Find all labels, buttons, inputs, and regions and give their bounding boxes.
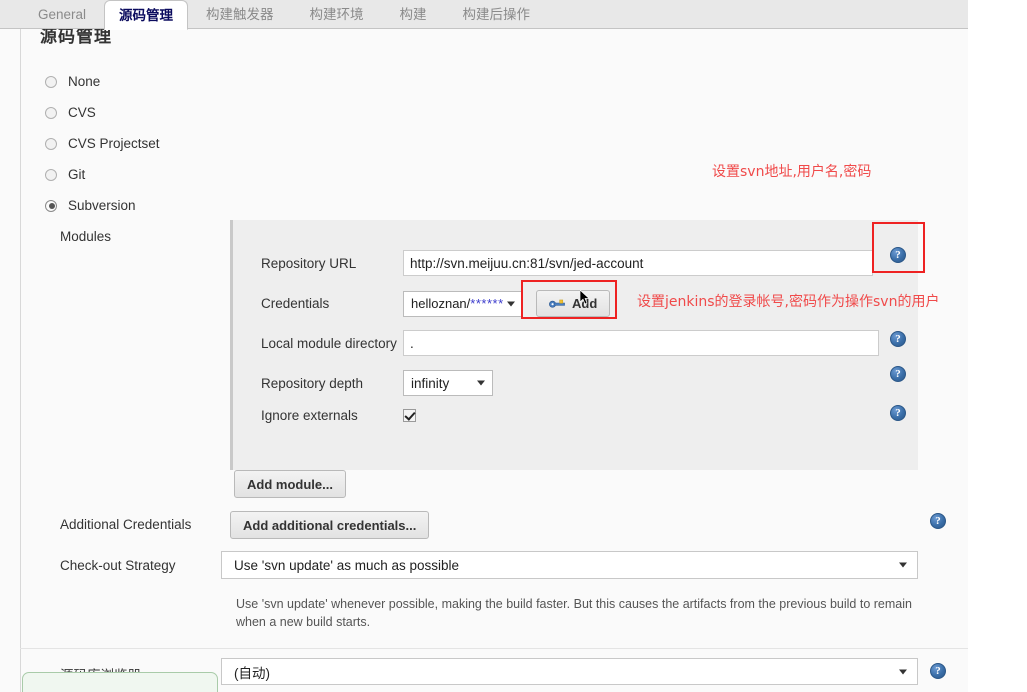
modules-section-label: Modules	[60, 229, 112, 244]
radio-subversion[interactable]	[45, 199, 57, 212]
tab-post-build-actions[interactable]: 构建后操作	[445, 0, 549, 29]
tab-general[interactable]: General	[20, 0, 104, 29]
key-icon	[549, 299, 565, 308]
repository-url-input[interactable]	[403, 250, 873, 276]
credentials-label: Credentials	[261, 296, 330, 311]
checkout-strategy-label: Check-out Strategy	[60, 558, 176, 573]
repository-url-row: Repository URL	[261, 250, 873, 276]
scm-option-cvs-label: CVS	[68, 105, 96, 120]
repository-browser-value: (自动)	[234, 665, 270, 681]
radio-none[interactable]	[45, 75, 57, 88]
tab-build-environment[interactable]: 构建环境	[292, 0, 382, 29]
local-module-directory-help-icon[interactable]: ?	[890, 331, 906, 347]
local-module-directory-label: Local module directory	[261, 335, 397, 351]
scm-option-cvs-projectset-label: CVS Projectset	[68, 136, 160, 151]
add-additional-credentials-button-label: Add additional credentials...	[243, 517, 417, 533]
repository-browser-select[interactable]: (自动)	[221, 658, 918, 685]
tab-build-triggers[interactable]: 构建触发器	[188, 0, 292, 29]
additional-credentials-help-icon[interactable]: ?	[930, 513, 946, 529]
add-module-button-label: Add module...	[247, 476, 333, 492]
add-additional-credentials-button[interactable]: Add additional credentials...	[230, 511, 430, 539]
repository-url-help-icon[interactable]: ?	[890, 247, 906, 263]
scm-option-none-label: None	[68, 74, 101, 89]
credentials-row: Credentials helloznan/****** Add	[261, 290, 611, 317]
section-divider	[20, 648, 968, 649]
credentials-selected-password-mask: ******	[470, 296, 504, 311]
tab-source-code-management[interactable]: 源码管理	[104, 0, 189, 30]
scm-option-git-label: Git	[68, 167, 86, 182]
chevron-down-icon	[477, 380, 485, 386]
repository-depth-label: Repository depth	[261, 375, 364, 391]
add-credentials-button[interactable]: Add	[536, 290, 611, 317]
scm-option-subversion-label: Subversion	[68, 198, 136, 213]
annotation-jenkins-credentials: 设置jenkins的登录帐号,密码作为操作svn的用户	[637, 294, 940, 310]
checkout-strategy-description: Use 'svn update' whenever possible, maki…	[236, 597, 912, 629]
tooltip-popup	[22, 672, 218, 692]
radio-cvs-projectset[interactable]	[45, 137, 57, 150]
radio-git[interactable]	[45, 168, 57, 181]
scm-option-cvs[interactable]: CVS	[45, 97, 160, 128]
repository-depth-select[interactable]: infinity	[403, 370, 493, 396]
credentials-select[interactable]: helloznan/******	[403, 290, 523, 317]
repository-url-label: Repository URL	[261, 255, 357, 271]
radio-cvs[interactable]	[45, 106, 57, 119]
scm-option-subversion[interactable]: Subversion	[45, 190, 160, 221]
annotation-svn-settings: 设置svn地址,用户名,密码	[712, 164, 872, 180]
scm-radio-group: None CVS CVS Projectset Git Subversion	[45, 66, 160, 221]
chevron-down-icon	[899, 562, 907, 568]
local-module-directory-input[interactable]	[403, 330, 879, 356]
repository-depth-help-icon[interactable]: ?	[890, 366, 906, 382]
checkout-strategy-select[interactable]: Use 'svn update' as much as possible	[221, 551, 918, 579]
ignore-externals-row: Ignore externals	[261, 408, 416, 423]
ignore-externals-help-icon[interactable]: ?	[890, 405, 906, 421]
additional-credentials-label: Additional Credentials	[60, 517, 192, 532]
repository-browser-help-icon[interactable]: ?	[930, 663, 946, 679]
tab-build[interactable]: 构建	[382, 0, 445, 29]
credentials-selected-user: helloznan/	[411, 296, 471, 311]
ignore-externals-checkbox[interactable]	[403, 409, 416, 422]
scm-option-git[interactable]: Git	[45, 159, 160, 190]
mouse-cursor-icon	[580, 290, 590, 305]
repository-depth-value: infinity	[411, 375, 450, 391]
ignore-externals-label: Ignore externals	[261, 408, 358, 423]
jenkins-job-config-page: 源码管理 General 源码管理 构建触发器 构建环境 构建 构建后操作 No…	[0, 0, 1027, 692]
scm-option-none[interactable]: None	[45, 66, 160, 97]
config-tab-bar: General 源码管理 构建触发器 构建环境 构建 构建后操作	[0, 0, 968, 30]
checkout-strategy-value: Use 'svn update' as much as possible	[234, 557, 460, 573]
chevron-down-icon	[507, 301, 515, 306]
modules-panel: Repository URL Credentials helloznan/***…	[230, 220, 918, 470]
scm-option-cvs-projectset[interactable]: CVS Projectset	[45, 128, 160, 159]
chevron-down-icon	[899, 669, 907, 674]
repository-depth-row: Repository depth infinity	[261, 370, 493, 396]
local-module-directory-row: Local module directory	[261, 330, 879, 356]
add-module-button[interactable]: Add module...	[234, 470, 346, 498]
